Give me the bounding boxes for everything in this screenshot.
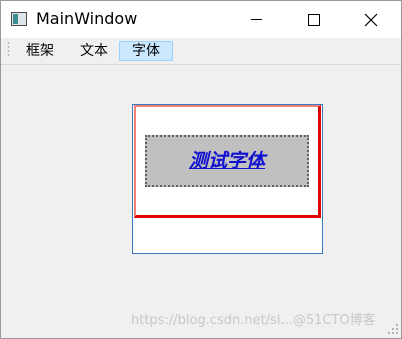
- title-bar[interactable]: MainWindow: [1, 1, 401, 38]
- window-title: MainWindow: [36, 9, 138, 28]
- close-icon: [364, 13, 378, 27]
- font-sample-label: 测试字体: [145, 135, 309, 187]
- close-button[interactable]: [348, 1, 394, 38]
- watermark: https://blog.csdn.net/si...@51CTO博客: [131, 313, 376, 328]
- window-icon[interactable]: [11, 12, 27, 26]
- size-grip-icon[interactable]: [387, 323, 399, 335]
- window-icon-pane: [13, 14, 18, 24]
- maximize-button[interactable]: [290, 1, 336, 38]
- minimize-button[interactable]: [233, 1, 279, 38]
- menu-separator: [1, 64, 401, 65]
- menu-item-frame[interactable]: 框架: [17, 41, 63, 61]
- toolbar-grip-icon[interactable]: [7, 41, 10, 59]
- menu-item-text[interactable]: 文本: [71, 41, 117, 61]
- main-window: MainWindow 框架 文本 字体 测试字体 https://blog.cs…: [0, 0, 402, 339]
- font-sample-text: 测试字体: [188, 150, 265, 172]
- minimize-icon: [251, 19, 262, 20]
- maximize-icon: [308, 14, 320, 26]
- menu-item-font[interactable]: 字体: [119, 41, 173, 61]
